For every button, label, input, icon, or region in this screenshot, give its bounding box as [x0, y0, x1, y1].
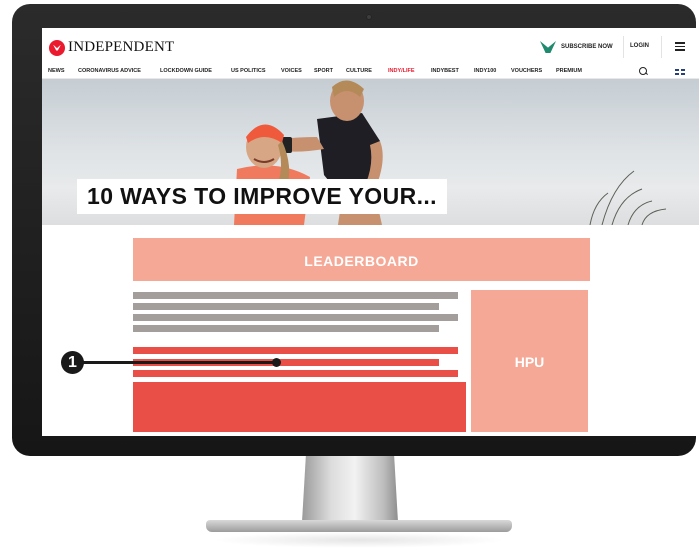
highlighted-ad-line [133, 370, 458, 377]
header-divider [661, 36, 662, 58]
brand-name: INDEPENDENT [68, 39, 175, 55]
text-placeholder-line [133, 292, 458, 299]
leaderboard-ad-slot: LEADERBOARD [133, 238, 590, 281]
hero-image[interactable]: 10 WAYS TO IMPROVE YOUR... [42, 79, 699, 225]
monitor-frame: INDEPENDENT SUBSCRIBE NOW LOGIN NEWS COR… [12, 4, 699, 456]
browser-screen: INDEPENDENT SUBSCRIBE NOW LOGIN NEWS COR… [42, 28, 699, 436]
eagle-logo-icon [49, 39, 65, 56]
hamburger-menu-icon[interactable] [675, 42, 685, 51]
nav-item-premium[interactable]: PREMIUM [556, 68, 582, 74]
nav-item-voices[interactable]: VOICES [281, 68, 302, 74]
webcam-icon [366, 14, 372, 20]
hpu-ad-slot: HPU [471, 290, 588, 432]
grass-blades [589, 170, 667, 225]
nav-item-vouchers[interactable]: VOUCHERS [511, 68, 542, 74]
text-placeholder-line [133, 314, 458, 321]
main-nav: NEWS CORONAVIRUS ADVICE LOCKDOWN GUIDE U… [42, 66, 699, 79]
in-content-ad-block [133, 382, 466, 432]
text-placeholder-line [133, 303, 439, 310]
subscribe-button[interactable]: SUBSCRIBE NOW [540, 39, 613, 55]
subscribe-label: SUBSCRIBE NOW [561, 44, 613, 50]
eagle-icon [540, 40, 556, 54]
monitor-stand-neck [302, 456, 398, 522]
nav-item-sport[interactable]: SPORT [314, 68, 333, 74]
highlighted-ad-line [133, 347, 458, 354]
leaderboard-label: LEADERBOARD [304, 253, 419, 269]
nav-item-indy100[interactable]: INDY100 [474, 68, 496, 74]
header-divider [623, 36, 624, 58]
monitor-stand-base [206, 520, 512, 532]
login-button[interactable]: LOGIN [630, 43, 649, 49]
nav-item-coronavirus[interactable]: CORONAVIRUS ADVICE [78, 68, 141, 74]
site-header: INDEPENDENT SUBSCRIBE NOW LOGIN [42, 28, 699, 66]
nav-item-lockdown[interactable]: LOCKDOWN GUIDE [160, 68, 212, 74]
stand-shadow [212, 532, 506, 548]
nav-item-indybest[interactable]: INDYBEST [431, 68, 459, 74]
nav-item-news[interactable]: NEWS [48, 68, 65, 74]
hpu-label: HPU [514, 354, 545, 370]
text-placeholder-line [133, 325, 439, 332]
callout-pointer-line [82, 361, 278, 364]
search-icon[interactable] [639, 67, 647, 75]
callout-pointer-dot [272, 358, 281, 367]
nav-item-indylife[interactable]: INDY/LIFE [388, 68, 415, 74]
uk-flag-icon[interactable] [675, 69, 685, 75]
nav-item-culture[interactable]: CULTURE [346, 68, 372, 74]
callout-number-badge: 1 [61, 351, 84, 374]
nav-item-us-politics[interactable]: US POLITICS [231, 68, 266, 74]
site-logo[interactable]: INDEPENDENT [49, 39, 174, 56]
hero-headline[interactable]: 10 WAYS TO IMPROVE YOUR... [77, 179, 447, 214]
